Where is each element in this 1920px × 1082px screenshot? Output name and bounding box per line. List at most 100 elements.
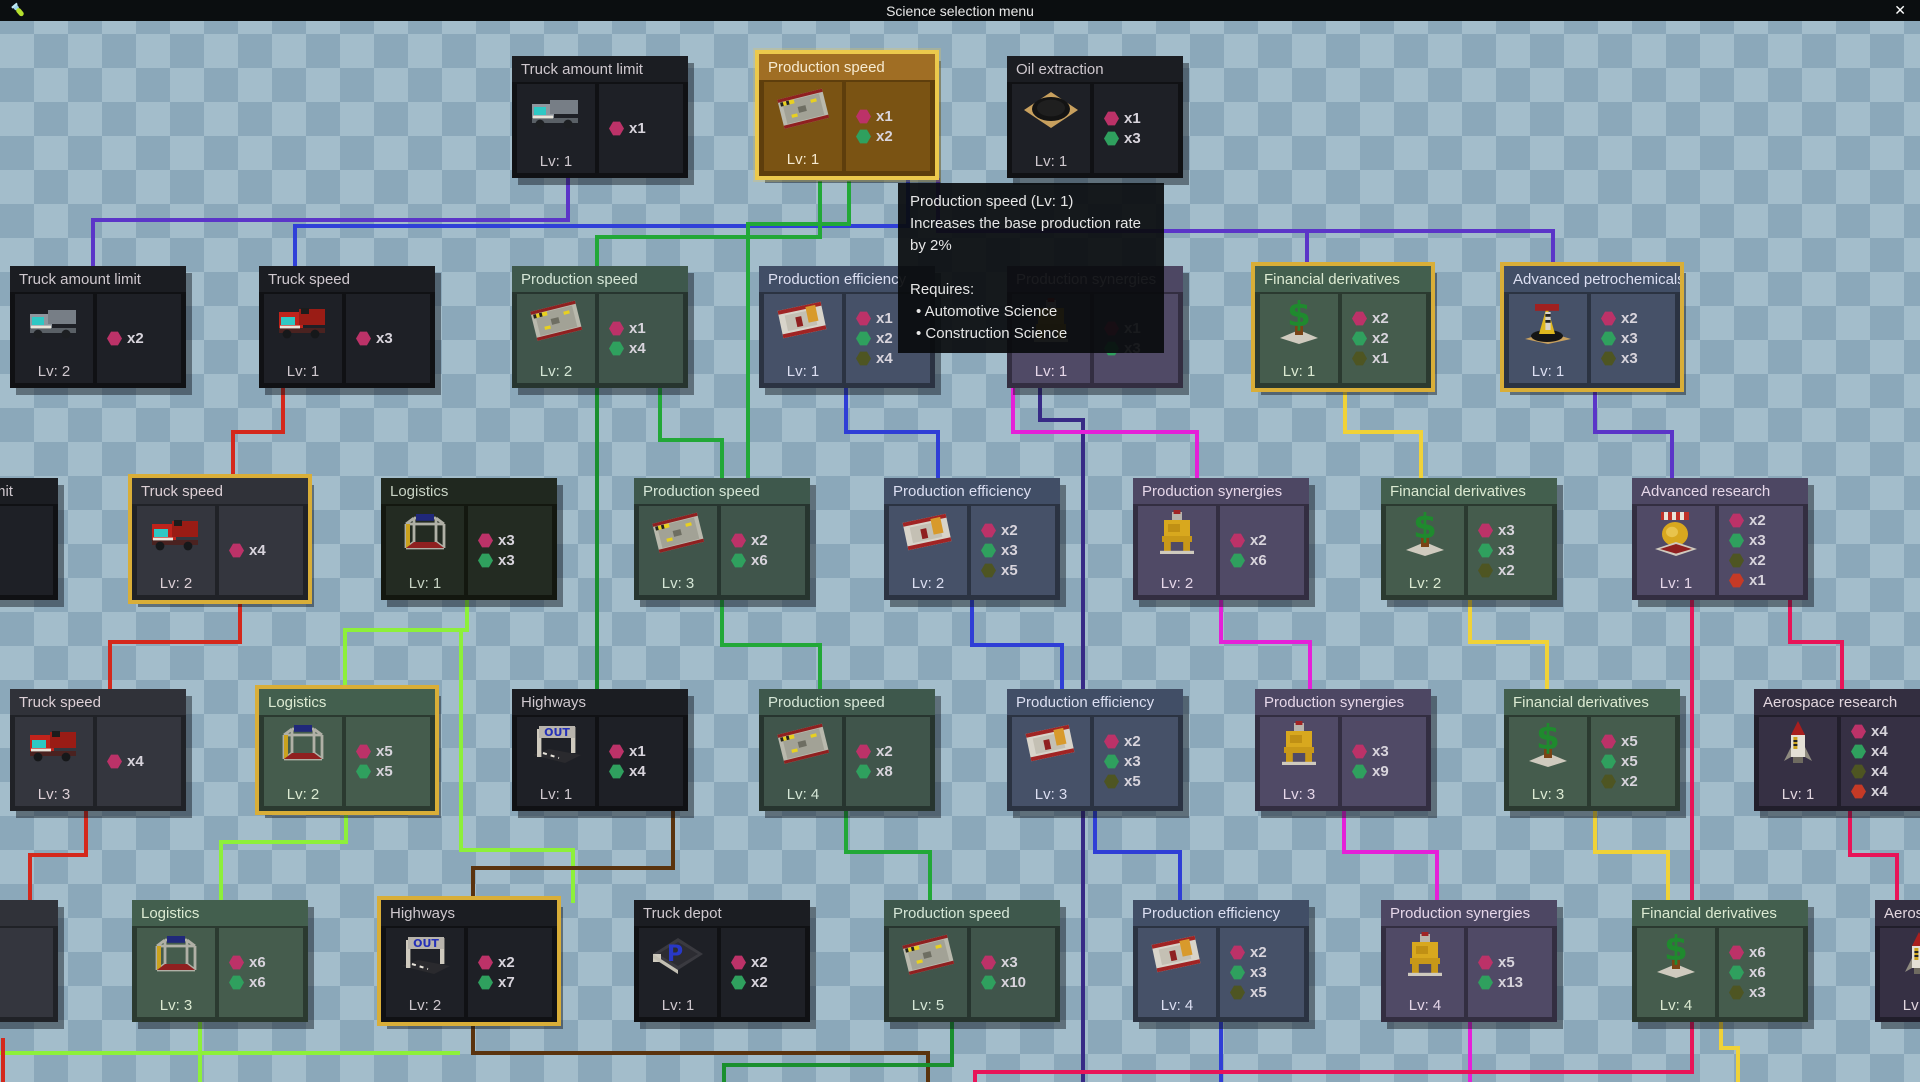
tech-node-title: Truck amount limit bbox=[0, 478, 58, 504]
tech-node[interactable]: Financial derivatives$Lv: 2x3x3x2 bbox=[1381, 478, 1557, 600]
tech-node-costs-panel: x2x3x5 bbox=[1094, 717, 1178, 806]
science-gem-pink-icon bbox=[1601, 734, 1616, 749]
tech-connection-line bbox=[1011, 388, 1015, 434]
eff-icon bbox=[1020, 719, 1082, 772]
tech-node[interactable]: Production synergiesLv: 2x2x6 bbox=[1133, 478, 1309, 600]
cost-quantity: x2 bbox=[751, 974, 768, 991]
tech-node[interactable]: Production efficiencyLv: 2x2x3x5 bbox=[884, 478, 1060, 600]
efficiency-machine-icon bbox=[1026, 725, 1075, 762]
dollar-plant-icon: $ bbox=[1280, 296, 1318, 344]
tech-node-costs-panel: x1x3 bbox=[1094, 84, 1178, 173]
tech-node-costs-panel: x4x4x4x4 bbox=[1841, 717, 1920, 806]
science-gem-pink-icon bbox=[731, 955, 746, 970]
tech-node-costs-panel: x2 bbox=[97, 294, 181, 383]
tech-node[interactable]: Advanced researchLv: 1x2x3x2x1 bbox=[1632, 478, 1808, 600]
tech-node-body: Lv: 4x2x8 bbox=[764, 717, 930, 806]
tech-node[interactable]: Truck amount limitLv: 2x2 bbox=[10, 266, 186, 388]
science-gem-olive-icon bbox=[981, 563, 996, 578]
tech-connection-line bbox=[1593, 811, 1597, 854]
cost-row: x3 bbox=[478, 552, 552, 570]
tech-node[interactable]: Truck amount limitLv: 1x1 bbox=[512, 56, 688, 178]
cost-quantity: x2 bbox=[1498, 562, 1515, 579]
tech-node[interactable]: Truck speedLv: 3x4 bbox=[10, 689, 186, 811]
tech-node-costs-panel: x1 bbox=[599, 84, 683, 173]
tech-node[interactable]: Aerospace researchLv: 1x4x4x4x4 bbox=[1754, 689, 1920, 811]
cost-quantity: x7 bbox=[498, 974, 515, 991]
tech-connection-line bbox=[198, 1016, 202, 1082]
science-gem-pink-icon bbox=[981, 523, 996, 538]
tech-node[interactable]: Production speedLv: 5x3x10 bbox=[884, 900, 1060, 1022]
tech-connection-line bbox=[973, 1070, 1694, 1074]
tech-connection-line bbox=[970, 643, 1064, 647]
tech-connection-line bbox=[1, 1038, 5, 1082]
tech-node[interactable]: Production efficiencyLv: 3x2x3x5 bbox=[1007, 689, 1183, 811]
tech-node-title: Financial derivatives bbox=[1632, 900, 1808, 926]
tech-connection-line bbox=[1060, 645, 1064, 691]
tech-node[interactable]: Truck speedLv: 2x4 bbox=[132, 478, 308, 600]
cost-quantity: x2 bbox=[876, 128, 893, 145]
close-icon[interactable]: ✕ bbox=[1894, 1, 1906, 20]
tech-node[interactable]: Production speedLv: 1x1x2 bbox=[759, 54, 935, 176]
tech-node[interactable]: Production speedLv: 3x2x6 bbox=[634, 478, 810, 600]
tech-node[interactable]: Financial derivatives$Lv: 4x6x6x3 bbox=[1632, 900, 1808, 1022]
tech-node[interactable]: Production synergiesLv: 3x3x9 bbox=[1255, 689, 1431, 811]
cost-row: x1 bbox=[609, 743, 683, 761]
tech-node[interactable]: Production efficiencyLv: 4x2x3x5 bbox=[1133, 900, 1309, 1022]
cost-row: x2 bbox=[1230, 532, 1304, 550]
tech-node-costs-panel: x2x6 bbox=[1220, 506, 1304, 595]
tech-node[interactable]: LogisticsLv: 1x3x3 bbox=[381, 478, 557, 600]
cost-row: x5 bbox=[1601, 753, 1675, 771]
tech-node[interactable]: Financial derivatives$Lv: 3x5x5x2 bbox=[1504, 689, 1680, 811]
tooltip: Production speed (Lv: 1) Increases the b… bbox=[898, 183, 1164, 353]
tech-node[interactable]: LogisticsLv: 3x6x6 bbox=[132, 900, 308, 1022]
tech-node-icon-panel: Lv: 1 bbox=[1759, 717, 1837, 806]
crane-icon bbox=[272, 719, 334, 772]
tech-node[interactable]: HighwaysOUTLv: 1x1x4 bbox=[512, 689, 688, 811]
tech-node[interactable]: Financial derivatives$Lv: 1x2x2x1 bbox=[1255, 266, 1431, 388]
tech-node[interactable]: HighwaysOUTLv: 2x2x7 bbox=[381, 900, 557, 1022]
tech-node-level: Lv: 1 bbox=[386, 575, 464, 592]
tech-node[interactable]: Production synergiesLv: 4x5x13 bbox=[1381, 900, 1557, 1022]
cost-quantity: x1 bbox=[629, 320, 646, 337]
tech-node[interactable]: Truck depotPLv: 1x2x2 bbox=[634, 900, 810, 1022]
machine-icon bbox=[772, 719, 834, 772]
cost-quantity: x4 bbox=[876, 350, 893, 367]
tech-node[interactable]: Production speedLv: 4x2x8 bbox=[759, 689, 935, 811]
tech-node[interactable] bbox=[0, 900, 58, 1022]
tech-node-icon-panel: Lv: 4 bbox=[1386, 928, 1464, 1017]
science-gem-green-icon bbox=[856, 129, 871, 144]
tech-node-costs-panel: x2x3x5 bbox=[1220, 928, 1304, 1017]
cost-row: x1 bbox=[609, 320, 683, 338]
cost-row: x13 bbox=[1478, 974, 1552, 992]
tech-node[interactable]: Truck amount limit bbox=[0, 478, 58, 600]
tech-node-icon-panel: Lv: 2 bbox=[15, 294, 93, 383]
tech-node-title: Production speed bbox=[759, 54, 935, 80]
tech-node-costs-panel: x2x2 bbox=[721, 928, 805, 1017]
synergy-machine-icon bbox=[1408, 932, 1442, 976]
tech-node[interactable]: Production speedLv: 2x1x4 bbox=[512, 266, 688, 388]
tech-node[interactable]: Advanced petrochemicalsLv: 1x2x3x3 bbox=[1504, 266, 1680, 388]
dollar-icon: $ bbox=[1394, 508, 1456, 561]
truck-icon bbox=[532, 100, 578, 128]
tech-node-icon-panel: Lv: 1 bbox=[1012, 84, 1090, 173]
tech-node-icon-panel: Lv: 4 bbox=[1138, 928, 1216, 1017]
tech-node-level: Lv: 1 bbox=[764, 151, 842, 168]
tech-node-icon-panel: $Lv: 3 bbox=[1509, 717, 1587, 806]
tech-node-body: Lv: 2x1x4 bbox=[517, 294, 683, 383]
eff-icon bbox=[897, 508, 959, 561]
dollar-plant-icon: $ bbox=[1657, 930, 1695, 978]
tech-node-body bbox=[0, 506, 53, 595]
tech-node-level: Lv: 3 bbox=[639, 575, 717, 592]
tech-connection-line bbox=[1895, 855, 1899, 903]
tech-node-level: Lv: 2 bbox=[264, 786, 342, 803]
tech-connection-line bbox=[722, 1063, 954, 1067]
cost-row: x2 bbox=[1729, 512, 1803, 530]
tech-node[interactable]: Aerospace researchLv: 1 bbox=[1875, 900, 1920, 1022]
tech-node[interactable]: Oil extractionLv: 1x1x3 bbox=[1007, 56, 1183, 178]
cost-quantity: x5 bbox=[1001, 562, 1018, 579]
tech-node-title: Advanced research bbox=[1632, 478, 1808, 504]
tech-node[interactable]: Truck speedLv: 1x3 bbox=[259, 266, 435, 388]
tech-connection-line bbox=[293, 226, 297, 268]
cost-quantity: x4 bbox=[249, 542, 266, 559]
tech-node[interactable]: LogisticsLv: 2x5x5 bbox=[259, 689, 435, 811]
